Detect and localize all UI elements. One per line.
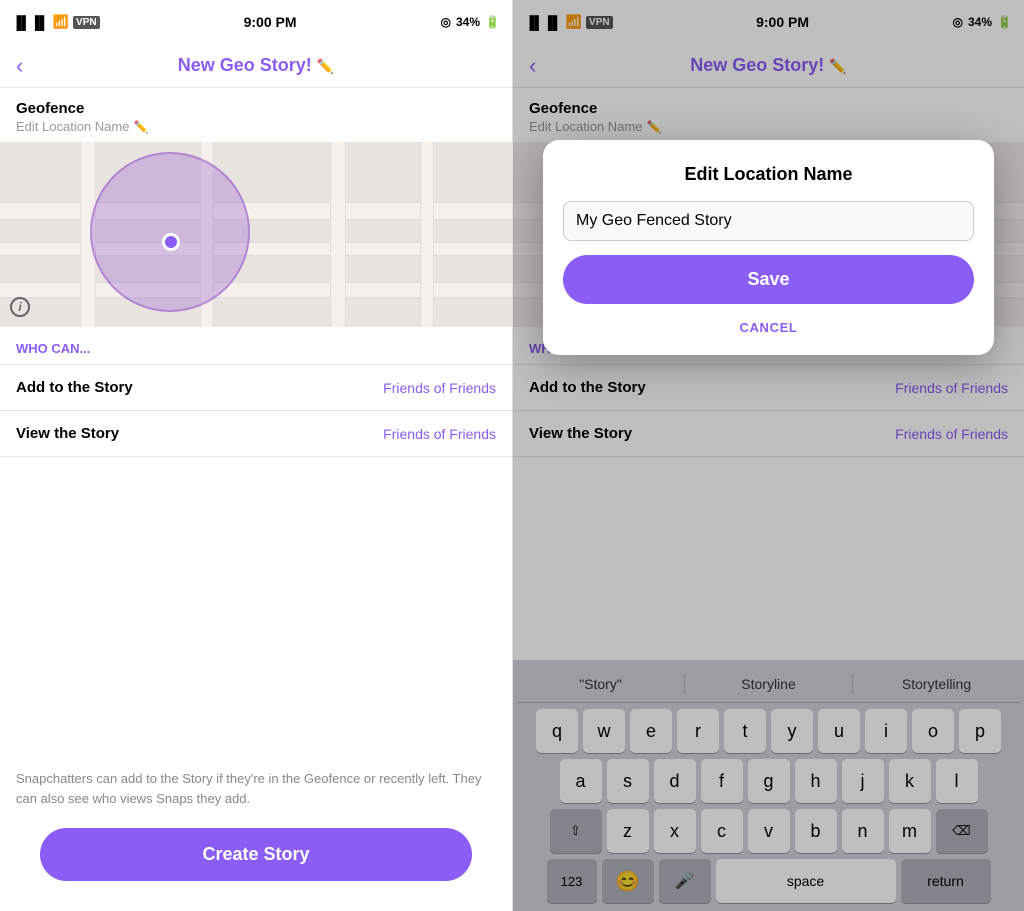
modal-title: Edit Location Name	[563, 164, 974, 185]
view-story-value-left: Friends of Friends	[383, 426, 496, 442]
battery-icon: 🔋	[485, 15, 500, 29]
add-to-story-label-left: Add to the Story	[16, 379, 133, 396]
add-to-story-value-left: Friends of Friends	[383, 380, 496, 396]
geo-center-left	[162, 233, 180, 251]
create-story-button[interactable]: Create Story	[40, 828, 472, 881]
road-h1	[0, 202, 512, 220]
left-phone: ▐▌▐▌ 📶 VPN 9:00 PM ◎ 34% 🔋 ‹ New Geo Sto…	[0, 0, 512, 911]
modal-cancel-button[interactable]: CANCEL	[563, 316, 974, 339]
status-left: ▐▌▐▌ 📶 VPN	[12, 14, 100, 30]
edit-location-modal: Edit Location Name Save CANCEL	[543, 140, 994, 355]
road-h2	[0, 242, 512, 256]
vpn-badge: VPN	[73, 16, 100, 29]
info-icon-left[interactable]: i	[10, 297, 30, 317]
edit-pencil-icon-left: ✏️	[133, 120, 148, 134]
add-to-story-row-left[interactable]: Add to the Story Friends of Friends	[0, 365, 512, 411]
create-btn-wrap: Create Story	[0, 818, 512, 911]
battery-text: 34%	[456, 15, 480, 29]
status-right-left: ◎ 34% 🔋	[441, 15, 500, 29]
modal-backdrop[interactable]	[513, 0, 1024, 911]
pencil-icon-left: ✏️	[317, 58, 334, 74]
header-title-left: New Geo Story! ✏️	[178, 55, 334, 76]
location-icon: ◎	[441, 15, 451, 29]
footer-text-left: Snapchatters can add to the Story if the…	[0, 457, 512, 818]
status-time-left: 9:00 PM	[244, 14, 297, 30]
geo-circle-left	[90, 152, 250, 312]
road-v3	[330, 142, 346, 327]
right-phone: ▐▌▐▌ 📶 VPN 9:00 PM ◎ 34% 🔋 ‹ New Geo Sto…	[512, 0, 1024, 911]
wifi-icon: 📶	[53, 14, 69, 30]
status-bar-left: ▐▌▐▌ 📶 VPN 9:00 PM ◎ 34% 🔋	[0, 0, 512, 44]
header-left: ‹ New Geo Story! ✏️	[0, 44, 512, 88]
geofence-sublabel-left[interactable]: Edit Location Name ✏️	[0, 119, 512, 142]
back-button-left[interactable]: ‹	[16, 55, 23, 77]
road-h3	[0, 282, 512, 298]
signal-icon: ▐▌▐▌	[12, 15, 49, 30]
location-name-input[interactable]	[563, 201, 974, 241]
view-story-row-left[interactable]: View the Story Friends of Friends	[0, 411, 512, 457]
modal-save-button[interactable]: Save	[563, 255, 974, 304]
geofence-label-left: Geofence	[0, 88, 512, 119]
view-story-label-left: View the Story	[16, 425, 119, 442]
who-can-left: WHO CAN...	[0, 327, 512, 364]
road-v4	[420, 142, 434, 327]
map-left[interactable]: i	[0, 142, 512, 327]
